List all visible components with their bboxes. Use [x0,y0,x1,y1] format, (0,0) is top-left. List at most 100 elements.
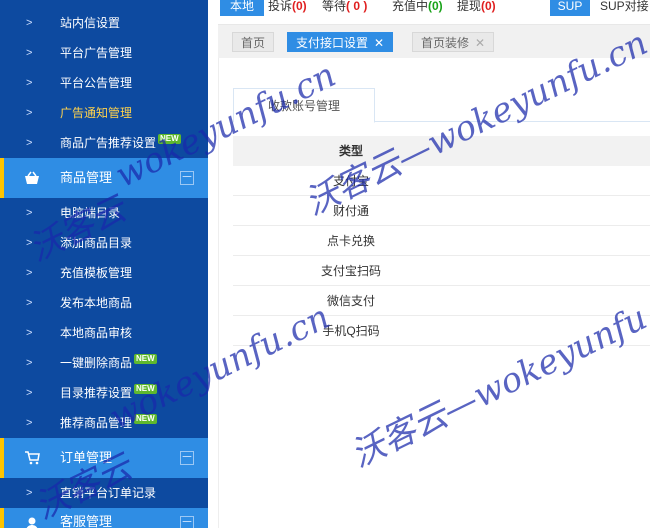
complaint-count: (0) [292,0,307,13]
sidebar-item-label-wrap: 推荐商品管理 NEW [60,408,157,438]
chevron-right-icon: > [26,137,33,149]
withdraw-label: 提现 [457,0,482,13]
sidebar-item-label: 广告通知管理 [60,106,133,120]
sidebar-item-label: 推荐商品管理 [60,416,133,430]
sidebar-item-label: 电脑端目录 [60,206,121,220]
top-status-bar: 本地 投诉(0) 等待( 0 ) 充值中(0) 提现(0) SUP SUP对接 [208,0,650,16]
sidebar-item-label: 目录推荐设置 [60,386,133,400]
sidebar-item-label: 发布本地商品 [60,296,133,310]
chevron-right-icon: > [26,267,33,279]
table-header-row: 类型 [233,136,650,166]
sidebar-item-label: 站内信设置 [60,16,121,30]
sidebar-item-publish-local[interactable]: > 发布本地商品 [0,288,208,318]
waiting-count: ( 0 ) [346,0,368,13]
tab-payment-accounts[interactable]: 收款账号管理 [233,88,375,123]
tab-label: 首页装修 [421,36,470,50]
sup-button[interactable]: SUP [550,0,590,16]
chevron-right-icon: > [26,487,33,499]
sidebar-item-add-catalog[interactable]: > 添加商品目录 [0,228,208,258]
sidebar-item-platform-ads[interactable]: > 平台广告管理 [0,38,208,68]
tab-home-decoration[interactable]: 首页装修 ✕ [412,32,495,52]
sidebar-item-recharge-template[interactable]: > 充值模板管理 [0,258,208,288]
tab-label: 首页 [241,36,266,50]
complaint-label: 投诉 [268,0,293,13]
sidebar: > 站内信设置 > 平台广告管理 > 平台公告管理 > 广告通知管理 > 商品广… [0,0,208,528]
tab-payment-settings[interactable]: 支付接口设置 ✕ [287,32,394,52]
chevron-right-icon: > [26,107,33,119]
sidebar-item-pc-catalog[interactable]: > 电脑端目录 [0,198,208,228]
tab-label: 支付接口设置 [296,36,369,50]
chevron-right-icon: > [26,47,33,59]
withdraw-count: (0) [481,0,496,13]
active-accent-bar [0,438,4,478]
sidebar-item-ad-notification[interactable]: > 广告通知管理 [0,98,208,128]
payment-type-table: 类型 支付宝 财付通 点卡兑换 支付宝扫码 微信支付 手机Q扫码 [233,136,650,346]
sidebar-group-service[interactable]: 客服管理 － [0,508,208,528]
table-cell: 财付通 [332,204,369,218]
table-row[interactable]: 财付通 [233,196,650,226]
sidebar-item-recommended-goods[interactable]: > 推荐商品管理 NEW [0,408,208,438]
tab-home[interactable]: 首页 [232,32,275,52]
new-badge: NEW [158,134,181,144]
table-cell: 点卡兑换 [326,234,375,248]
new-badge: NEW [134,384,157,394]
chevron-right-icon: > [26,327,33,339]
chevron-right-icon: > [26,17,33,29]
table-cell: 支付宝扫码 [320,264,381,278]
new-badge: NEW [134,354,157,364]
recharging-label: 充值中 [392,0,429,13]
complaint-stat[interactable]: 投诉(0) [268,0,307,12]
column-header-type: 类型 [338,144,363,158]
local-tab[interactable]: 本地 [220,0,264,16]
sidebar-item-label: 平台公告管理 [60,76,133,90]
sidebar-item-label: 一键删除商品 [60,356,133,370]
collapse-icon[interactable]: － [180,451,194,465]
sidebar-group-label: 客服管理 [60,514,113,528]
chevron-right-icon: > [26,417,33,429]
chevron-right-icon: > [26,77,33,89]
close-icon[interactable]: ✕ [374,36,384,50]
active-accent-bar [0,158,4,198]
sup-link[interactable]: SUP对接 [600,0,649,12]
table-row[interactable]: 点卡兑换 [233,226,650,256]
chevron-right-icon: > [26,387,33,399]
sidebar-item-label: 充值模板管理 [60,266,133,280]
sidebar-item-local-review[interactable]: > 本地商品审核 [0,318,208,348]
chevron-right-icon: > [26,237,33,249]
sidebar-item-bulk-delete[interactable]: > 一键删除商品 NEW [0,348,208,378]
table-row[interactable]: 手机Q扫码 [233,316,650,346]
withdraw-stat[interactable]: 提现(0) [457,0,496,12]
table-row[interactable]: 微信支付 [233,286,650,316]
table-row[interactable]: 支付宝 [233,166,650,196]
sidebar-group-label: 订单管理 [60,450,113,465]
active-accent-bar [0,508,4,528]
sidebar-group-goods[interactable]: 商品管理 － [0,158,208,198]
sidebar-item-platform-notice[interactable]: > 平台公告管理 [0,68,208,98]
user-icon [24,508,40,528]
sidebar-item-label-wrap: 一键删除商品 NEW [60,348,157,378]
recharging-stat[interactable]: 充值中(0) [392,0,443,12]
collapse-icon[interactable]: － [180,516,194,528]
recharging-count: (0) [428,0,443,13]
sidebar-item-catalog-recommend[interactable]: > 目录推荐设置 NEW [0,378,208,408]
page-tab-strip: 首页 支付接口设置 ✕ 首页装修 ✕ [218,24,650,58]
sidebar-item-label: 添加商品目录 [60,236,133,250]
table-row[interactable]: 支付宝扫码 [233,256,650,286]
collapse-icon[interactable]: － [180,171,194,185]
panel-tab-bar: 收款账号管理 [233,88,650,123]
sidebar-item-goods-ad-recommend[interactable]: > 商品广告推荐设置 NEW [0,128,208,158]
chevron-right-icon: > [26,207,33,219]
sidebar-item-label-wrap: 商品广告推荐设置 NEW [60,128,181,158]
table-cell: 手机Q扫码 [322,324,380,338]
waiting-stat[interactable]: 等待( 0 ) [322,0,367,12]
sidebar-item-message-settings[interactable]: > 站内信设置 [0,8,208,38]
new-badge: NEW [134,414,157,424]
sidebar-item-label: 本地商品审核 [60,326,133,340]
chevron-right-icon: > [26,297,33,309]
table-cell: 微信支付 [326,294,375,308]
close-icon[interactable]: ✕ [475,36,485,50]
sidebar-item-label: 平台广告管理 [60,46,133,60]
sidebar-item-label-wrap: 目录推荐设置 NEW [60,378,157,408]
chevron-right-icon: > [26,357,33,369]
sidebar-group-orders[interactable]: 订单管理 － [0,438,208,478]
